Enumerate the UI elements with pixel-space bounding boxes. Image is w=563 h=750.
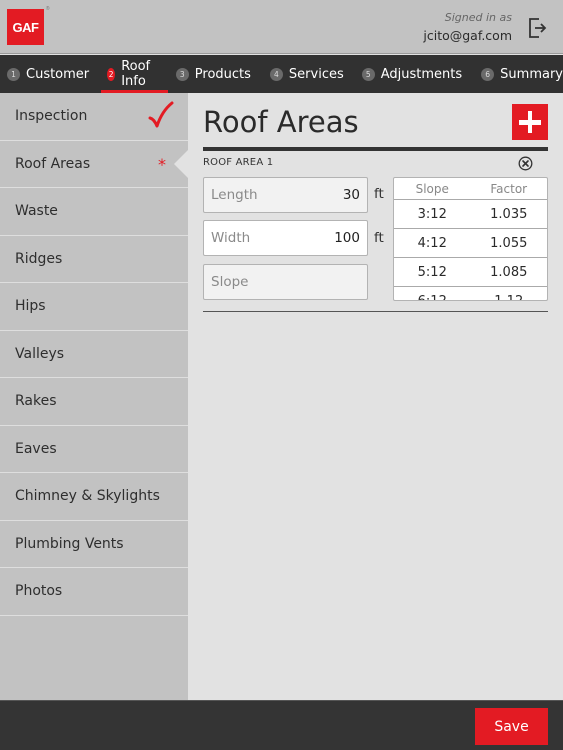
- slope-table-header: Slope Factor: [394, 178, 547, 200]
- sidebar-item-photos[interactable]: Photos: [0, 568, 188, 616]
- length-unit: ft: [374, 186, 384, 202]
- step-services[interactable]: 4 Services: [269, 55, 344, 93]
- step-label: Roof Info: [121, 59, 151, 89]
- title-divider: [203, 147, 548, 151]
- step-products[interactable]: 3 Products: [175, 55, 251, 93]
- step-adjustments[interactable]: 5 Adjustments: [361, 55, 463, 93]
- width-placeholder: Width: [211, 230, 251, 246]
- factor-column-header: Factor: [490, 182, 528, 196]
- step-summary[interactable]: 6 Summary: [481, 55, 563, 93]
- step-number: 5: [361, 67, 375, 81]
- slope-value: 4:12: [417, 235, 447, 251]
- step-label: Services: [288, 66, 344, 82]
- footer-bar: Save: [0, 700, 563, 750]
- slope-factor-picker[interactable]: Slope Factor 3:12 1.035 4:12 1.055 5:12 …: [393, 177, 548, 301]
- sidebar-item-waste[interactable]: Waste: [0, 188, 188, 236]
- step-label: Summary: [500, 66, 563, 82]
- signed-in-label: Signed in as: [444, 11, 512, 24]
- slope-value: 6:12: [417, 293, 447, 301]
- slope-value: 3:12: [417, 206, 447, 222]
- section-sidebar: Inspection Roof Areas * Waste Ridges Hip…: [0, 93, 188, 700]
- sidebar-item-rakes[interactable]: Rakes: [0, 378, 188, 426]
- slope-option[interactable]: 4:12 1.055: [394, 229, 547, 258]
- sidebar-item-valleys[interactable]: Valleys: [0, 331, 188, 378]
- sidebar-item-label: Hips: [15, 298, 46, 315]
- sidebar-item-chimney-skylights[interactable]: Chimney & Skylights: [0, 473, 188, 521]
- width-unit: ft: [374, 230, 384, 246]
- signed-in-info: Signed in as jcito@gaf.com: [423, 11, 512, 43]
- factor-value: 1.055: [490, 235, 528, 251]
- factor-value: 1.085: [490, 264, 528, 280]
- app-header: GAF ® Signed in as jcito@gaf.com: [0, 0, 563, 54]
- sidebar-item-label: Roof Areas: [15, 155, 91, 172]
- slope-option[interactable]: 3:12 1.035: [394, 200, 547, 229]
- step-navigation: 1 Customer 2 Roof Info 3 Products 4 Serv…: [0, 55, 563, 93]
- roof-areas-panel: Roof Areas ROOF AREA 1 Length 30 ft Widt…: [188, 93, 563, 700]
- sidebar-item-label: Ridges: [15, 250, 63, 267]
- step-customer[interactable]: 1 Customer: [7, 55, 89, 93]
- sidebar-item-label: Rakes: [15, 393, 57, 410]
- slope-column-header: Slope: [415, 182, 449, 196]
- length-input[interactable]: Length 30: [203, 177, 368, 213]
- sidebar-item-plumbing-vents[interactable]: Plumbing Vents: [0, 521, 188, 568]
- sidebar-item-eaves[interactable]: Eaves: [0, 426, 188, 473]
- step-number: 3: [175, 67, 189, 81]
- close-circle-icon[interactable]: [518, 156, 533, 171]
- factor-value: 1.035: [490, 206, 528, 222]
- length-placeholder: Length: [211, 187, 258, 203]
- roof-area-divider: [203, 311, 548, 312]
- sidebar-item-label: Inspection: [15, 108, 88, 125]
- roof-area-label: ROOF AREA 1: [203, 157, 274, 168]
- slope-placeholder: Slope: [211, 274, 249, 290]
- sidebar-item-roof-areas[interactable]: Roof Areas *: [0, 141, 188, 188]
- add-roof-area-button[interactable]: [512, 104, 548, 140]
- step-label: Customer: [26, 66, 90, 82]
- length-value: 30: [342, 187, 360, 203]
- step-label: Adjustments: [380, 66, 463, 82]
- slope-input[interactable]: Slope: [203, 264, 368, 300]
- width-input[interactable]: Width 100: [203, 220, 368, 256]
- slope-option[interactable]: 6:12 1.12: [394, 287, 547, 301]
- registered-mark: ®: [45, 6, 50, 12]
- step-number: 6: [481, 67, 495, 81]
- factor-value: 1.12: [494, 293, 524, 301]
- sign-out-icon[interactable]: [529, 18, 547, 38]
- sidebar-item-hips[interactable]: Hips: [0, 283, 188, 331]
- sidebar-item-inspection[interactable]: Inspection: [0, 93, 188, 141]
- page-title: Roof Areas: [203, 105, 359, 139]
- sidebar-item-label: Chimney & Skylights: [15, 488, 160, 505]
- sidebar-item-label: Waste: [15, 203, 58, 220]
- sidebar-item-label: Eaves: [15, 440, 57, 457]
- slope-value: 5:12: [417, 264, 447, 280]
- save-button[interactable]: Save: [475, 708, 548, 745]
- sidebar-item-label: Plumbing Vents: [15, 535, 124, 552]
- sidebar-item-label: Photos: [15, 583, 63, 600]
- step-number: 2: [107, 67, 116, 81]
- logo-text: GAF: [12, 19, 39, 35]
- step-number: 1: [7, 67, 20, 81]
- step-roof-info[interactable]: 2 Roof Info: [101, 55, 168, 93]
- user-email: jcito@gaf.com: [423, 28, 512, 43]
- width-value: 100: [334, 230, 360, 246]
- sidebar-item-ridges[interactable]: Ridges: [0, 236, 188, 283]
- required-asterisk-icon: *: [158, 154, 166, 174]
- checkmark-icon: [148, 101, 174, 128]
- step-number: 4: [269, 67, 283, 81]
- step-label: Products: [194, 66, 251, 82]
- slope-option[interactable]: 5:12 1.085: [394, 258, 547, 287]
- gaf-logo: GAF ®: [7, 6, 50, 45]
- sidebar-item-label: Valleys: [15, 345, 65, 362]
